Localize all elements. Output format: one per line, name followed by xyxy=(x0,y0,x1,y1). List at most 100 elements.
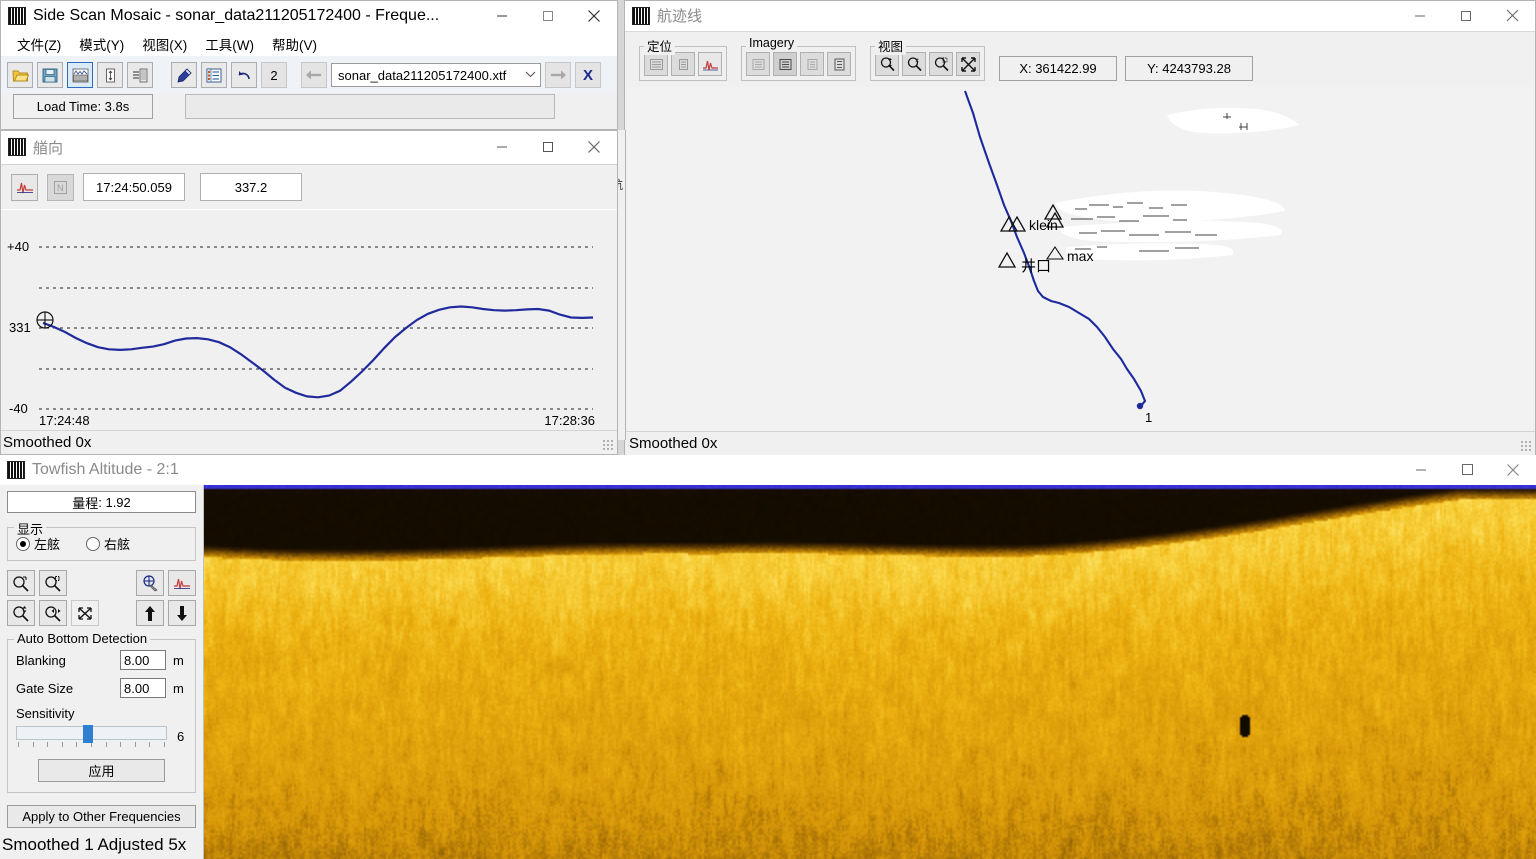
marker-triangle-4 xyxy=(997,251,1017,268)
menu-mode[interactable]: 模式(Y) xyxy=(71,32,132,56)
file-combo[interactable]: sonar_data211205172400.xtf xyxy=(331,63,541,87)
imagery-d-icon[interactable] xyxy=(827,52,851,76)
sonar-window-icon xyxy=(8,138,26,156)
nav-toolbar: 定位 Imagery 视图 ± X: 361422.99 Y: 4243793.… xyxy=(625,32,1535,84)
range-display: 量程: 1.92 xyxy=(7,491,196,513)
waterfall-icon[interactable] xyxy=(127,62,153,88)
list-icon[interactable] xyxy=(201,62,227,88)
zoom-row-1 xyxy=(7,570,196,596)
nav-close-button[interactable] xyxy=(1489,1,1535,30)
open-folder-icon[interactable] xyxy=(7,62,33,88)
nav-plot-icon[interactable] xyxy=(698,52,722,76)
nav-resize-grip[interactable] xyxy=(1520,440,1532,452)
heading-titlebar[interactable]: 艏向 xyxy=(1,131,617,164)
nav-maximize-button[interactable] xyxy=(1443,1,1489,30)
sonar-window-icon xyxy=(632,6,650,25)
menu-view[interactable]: 视图(X) xyxy=(134,32,195,56)
mosaic-minimize-button[interactable] xyxy=(479,1,525,31)
arrow-left-icon[interactable] xyxy=(301,62,327,88)
heading-chart[interactable]: +40 331 -40 17:24:48 17:28:36 xyxy=(1,227,617,432)
pen-icon[interactable] xyxy=(171,62,197,88)
mosaic-icon[interactable] xyxy=(67,62,93,88)
nav-status-text: Smoothed 0x xyxy=(629,435,718,452)
xtf-icon[interactable]: X xyxy=(575,62,601,88)
heading-window[interactable]: 艏向 N 17:24:50.059 337.2 +40 331 -40 17:2… xyxy=(0,130,618,455)
heading-minimize-button[interactable] xyxy=(479,131,525,163)
range-value: 1.92 xyxy=(105,494,131,510)
imagery-a-icon[interactable] xyxy=(746,52,770,76)
save-disk-icon[interactable] xyxy=(37,62,63,88)
zoom-vertical-icon[interactable] xyxy=(875,52,899,76)
plot-icon[interactable] xyxy=(11,173,38,201)
group-imagery: Imagery xyxy=(741,36,856,81)
track-endpoint-label: 1 xyxy=(1145,410,1153,425)
sensitivity-slider[interactable] xyxy=(16,725,167,743)
imagery-c-icon[interactable] xyxy=(800,52,824,76)
towfish-window[interactable]: Towfish Altitude - 2:1 量程: 1.92 显示 左舷 右舷… xyxy=(0,455,1536,859)
heading-status-text: Smoothed 0x xyxy=(3,434,92,451)
nav-statusbar: Smoothed 0x xyxy=(625,431,1535,455)
mosaic-close-button[interactable] xyxy=(571,1,617,31)
gate-size-row: Gate Size 8.00 m xyxy=(16,678,187,698)
nav-window[interactable]: 航迹线 定位 Imagery 视图 ± X: 361422.99 Y: 4243… xyxy=(624,0,1536,456)
column-icon[interactable] xyxy=(97,62,123,88)
zoom-width-icon[interactable] xyxy=(7,570,35,596)
marker-max-label: max xyxy=(1067,248,1094,264)
imagery-b-icon[interactable] xyxy=(773,52,797,76)
redaction-blob-1 xyxy=(1167,107,1299,134)
heading-title: 艏向 xyxy=(33,139,64,157)
zoom-extents-icon[interactable] xyxy=(956,52,980,76)
radio-starboard[interactable]: 右舷 xyxy=(86,534,130,553)
target-icon[interactable] xyxy=(136,570,164,596)
heading-toolbar: N 17:24:50.059 337.2 xyxy=(1,165,617,209)
mosaic-titlebar[interactable]: Side Scan Mosaic - sonar_data21120517240… xyxy=(1,1,617,32)
zoom-box-icon[interactable] xyxy=(929,52,953,76)
nav-list-icon[interactable] xyxy=(671,52,695,76)
apply-other-frequencies-button[interactable]: Apply to Other Frequencies xyxy=(7,805,196,828)
sonar-canvas xyxy=(204,485,1536,859)
heading-resize-grip[interactable] xyxy=(602,439,614,451)
radio-port-dot xyxy=(16,536,30,551)
nav-minimize-button[interactable] xyxy=(1397,1,1443,30)
towfish-maximize-button[interactable] xyxy=(1444,455,1490,484)
towfish-titlebar[interactable]: Towfish Altitude - 2:1 xyxy=(0,455,1536,485)
sonar-waterfall-image[interactable] xyxy=(204,485,1536,859)
mosaic-menubar[interactable]: 文件(Z) 模式(Y) 视图(X) 工具(W) 帮助(V) xyxy=(1,32,617,56)
up-arrow-icon[interactable] xyxy=(136,600,164,626)
towfish-minimize-button[interactable] xyxy=(1398,455,1444,484)
page-count-button[interactable]: 2 xyxy=(261,62,287,88)
down-arrow-icon[interactable] xyxy=(168,600,196,626)
apply-button[interactable]: 应用 xyxy=(38,759,165,782)
nav-fit-icon[interactable] xyxy=(644,52,668,76)
chart-ylabel-mid: 331 xyxy=(9,320,31,335)
north-icon[interactable]: N xyxy=(47,173,74,201)
undo-icon[interactable] xyxy=(231,62,257,88)
towfish-title: Towfish Altitude - 2:1 xyxy=(32,460,179,478)
sensitivity-value: 6 xyxy=(177,729,185,744)
chevron-down-icon[interactable] xyxy=(525,70,536,80)
menu-help[interactable]: 帮助(V) xyxy=(264,32,325,56)
plot-icon[interactable] xyxy=(168,570,196,596)
nav-map-canvas[interactable]: klein max 井口 1 xyxy=(627,87,1533,431)
menu-tools[interactable]: 工具(W) xyxy=(197,32,262,56)
sensitivity-slider-thumb[interactable] xyxy=(82,725,93,743)
menu-file[interactable]: 文件(Z) xyxy=(9,32,69,56)
heading-series-line xyxy=(42,305,594,399)
zoom-horiz-icon[interactable] xyxy=(39,600,67,626)
range-label: 量程 xyxy=(72,495,99,511)
zoom-in-out-icon[interactable]: ± xyxy=(902,52,926,76)
mosaic-window[interactable]: Side Scan Mosaic - sonar_data21120517240… xyxy=(0,0,618,130)
heading-maximize-button[interactable] xyxy=(525,131,571,163)
nav-titlebar[interactable]: 航迹线 xyxy=(625,1,1535,31)
heading-close-button[interactable] xyxy=(571,131,617,163)
zoom-bracket-icon[interactable] xyxy=(39,570,67,596)
blanking-input[interactable]: 8.00 xyxy=(120,650,166,670)
towfish-close-button[interactable] xyxy=(1490,455,1536,484)
mosaic-maximize-button[interactable] xyxy=(525,1,571,31)
radio-starboard-label: 右舷 xyxy=(104,537,131,552)
sonar-window-icon xyxy=(8,7,26,25)
zoom-extents-icon[interactable] xyxy=(71,600,99,626)
zoom-vert-icon[interactable] xyxy=(7,600,35,626)
gate-size-input[interactable]: 8.00 xyxy=(120,678,166,698)
arrow-right-icon[interactable] xyxy=(545,62,571,88)
